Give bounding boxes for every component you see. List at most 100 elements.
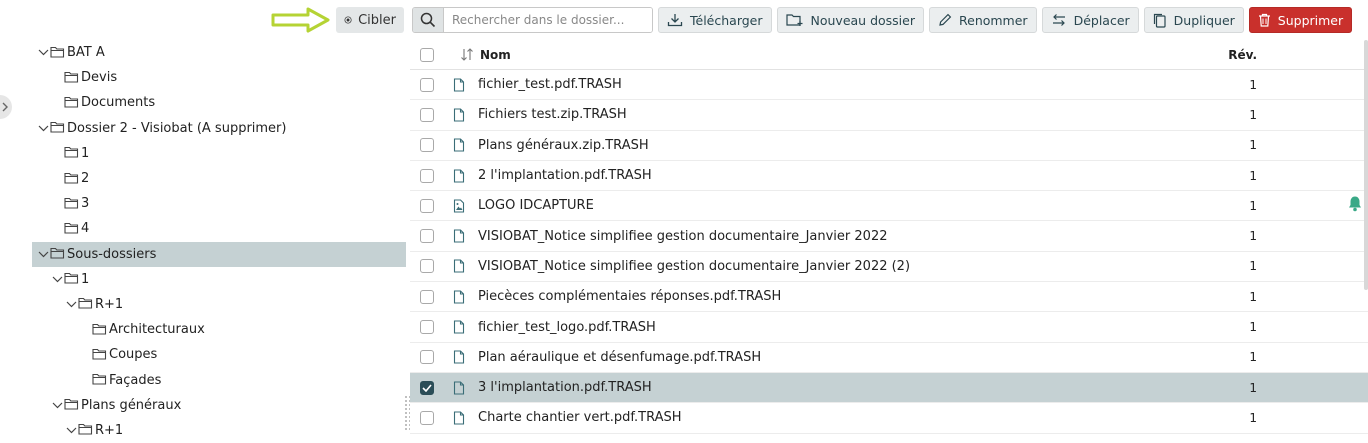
file-icon (444, 78, 474, 92)
row-checkbox[interactable] (420, 107, 434, 122)
tree-item-label: 4 (81, 221, 90, 237)
folder-icon (64, 272, 80, 286)
table-row[interactable]: 2 l'implantation.pdf.TRASH 1 (410, 161, 1368, 192)
target-icon (344, 16, 352, 24)
file-name[interactable]: fichier_test_logo.pdf.TRASH (474, 320, 1199, 335)
row-checkbox[interactable] (420, 410, 434, 425)
row-checkbox[interactable] (420, 168, 434, 183)
file-icon (444, 350, 474, 364)
tree-item[interactable]: Sous-dossiers (32, 241, 406, 267)
file-name[interactable]: 3 l'implantation.pdf.TRASH (474, 380, 1199, 395)
table-row[interactable]: Plan aéraulique et désenfumage.pdf.TRASH… (410, 343, 1368, 373)
table-row[interactable]: Plans généraux.zip.TRASH 1 (410, 131, 1368, 161)
bell-icon[interactable] (1347, 195, 1363, 216)
tree-item[interactable]: 3 (32, 191, 406, 216)
select-all-checkbox[interactable] (420, 47, 434, 62)
tree-item[interactable]: Plans généraux (32, 393, 406, 418)
chevron-down-icon[interactable] (36, 46, 50, 60)
search-input[interactable] (444, 8, 652, 32)
chevron-down-icon[interactable] (50, 272, 64, 286)
tree-item[interactable]: 1 (32, 267, 406, 292)
table-header: Nom Rév. (410, 40, 1368, 70)
table-row[interactable]: VISIOBAT_Notice simplifiee gestion docum… (410, 252, 1368, 283)
new-folder-icon (785, 14, 803, 26)
row-checkbox[interactable] (420, 77, 434, 92)
table-row[interactable]: fichier_test.pdf.TRASH 1 (410, 70, 1368, 101)
move-button[interactable]: Déplacer (1041, 7, 1139, 33)
column-header-revision[interactable]: Rév. (1199, 48, 1275, 62)
sort-icon[interactable] (460, 48, 474, 61)
tree-item[interactable]: Architecturaux (32, 317, 406, 342)
folder-icon (92, 323, 108, 337)
row-checkbox[interactable] (420, 198, 434, 213)
file-revision: 1 (1249, 168, 1257, 183)
file-icon (444, 108, 474, 122)
new-folder-button[interactable]: Nouveau dossier (776, 7, 924, 33)
file-name[interactable]: Fichiers test.zip.TRASH (474, 107, 1199, 122)
row-checkbox[interactable] (420, 229, 434, 244)
file-name[interactable]: fichier_test.pdf.TRASH (474, 77, 1199, 92)
chevron-down-icon[interactable] (50, 398, 64, 412)
chevron-down-icon[interactable] (36, 121, 50, 135)
target-button[interactable]: Cibler (336, 7, 404, 33)
tree-item[interactable]: Documents (32, 90, 406, 115)
row-checkbox[interactable] (420, 380, 434, 395)
file-name[interactable]: Charte chantier vert.pdf.TRASH (474, 410, 1199, 425)
table-row[interactable]: fichier_test_logo.pdf.TRASH 1 (410, 312, 1368, 343)
row-checkbox[interactable] (420, 350, 434, 365)
folder-icon (50, 247, 66, 261)
tree-item[interactable]: R+1 (32, 418, 406, 443)
tree-item[interactable]: BAT A (32, 40, 406, 65)
delete-button[interactable]: Supprimer (1248, 7, 1353, 33)
tree-item[interactable]: 1 (32, 141, 406, 166)
duplicate-button[interactable]: Dupliquer (1143, 7, 1244, 33)
chevron-down-icon[interactable] (64, 297, 78, 311)
tree-item[interactable]: Dossier 2 - Visiobat (A supprimer) (32, 116, 406, 141)
chevron-down-icon[interactable] (64, 423, 78, 437)
file-name[interactable]: 2 l'implantation.pdf.TRASH (474, 168, 1199, 183)
column-header-name[interactable]: Nom (474, 48, 1199, 62)
download-button[interactable]: Télécharger (658, 7, 772, 33)
tree-item[interactable]: Façades (32, 367, 406, 392)
table-row[interactable]: 3 l'implantation.pdf.TRASH 1 (410, 372, 1368, 404)
table-row[interactable]: LOGO IDCAPTURE 1 (410, 191, 1368, 222)
rename-button[interactable]: Renommer (929, 7, 1037, 33)
tree-item-label: Devis (81, 70, 118, 86)
file-revision: 1 (1249, 410, 1257, 425)
row-checkbox[interactable] (420, 320, 434, 335)
row-checkbox[interactable] (420, 259, 434, 274)
row-checkbox[interactable] (420, 289, 434, 304)
search-button[interactable] (413, 8, 444, 32)
table-row[interactable]: Charte chantier vert.pdf.TRASH 1 (410, 403, 1368, 434)
chevron-right-icon (2, 102, 8, 112)
file-name[interactable]: LOGO IDCAPTURE (474, 198, 1199, 213)
tree-item-label: Façades (109, 372, 162, 388)
scrollbar[interactable] (1364, 40, 1368, 290)
tree-item-label: Plans généraux (81, 397, 182, 413)
tree-item[interactable]: Devis (32, 65, 406, 90)
new-folder-label: Nouveau dossier (810, 12, 915, 28)
folder-icon (50, 46, 66, 60)
file-name[interactable]: Plan aéraulique et désenfumage.pdf.TRASH (474, 350, 1199, 365)
file-icon (444, 411, 474, 425)
file-name[interactable]: VISIOBAT_Notice simplifiee gestion docum… (474, 259, 1199, 274)
tree-item[interactable]: 4 (32, 216, 406, 241)
duplicate-label: Dupliquer (1173, 12, 1235, 28)
tree-item[interactable]: 2 (32, 166, 406, 191)
table-row[interactable]: VISIOBAT_Notice simplifiee gestion docum… (410, 221, 1368, 252)
table-row[interactable]: Fichiers test.zip.TRASH 1 (410, 100, 1368, 131)
table-row[interactable]: Piecèces complémentaies réponses.pdf.TRA… (410, 282, 1368, 313)
file-name[interactable]: Plans généraux.zip.TRASH (474, 138, 1199, 153)
folder-icon (64, 197, 80, 211)
tree-item[interactable]: R+1 (32, 292, 406, 317)
row-checkbox[interactable] (420, 138, 434, 153)
file-name[interactable]: Piecèces complémentaies réponses.pdf.TRA… (474, 289, 1199, 304)
collapse-panel-handle[interactable] (0, 95, 12, 119)
file-icon (444, 138, 474, 152)
chevron-down-icon[interactable] (36, 247, 50, 261)
file-icon (444, 320, 474, 334)
tree-item[interactable]: Coupes (32, 342, 406, 367)
file-name[interactable]: VISIOBAT_Notice simplifiee gestion docum… (474, 229, 1199, 244)
